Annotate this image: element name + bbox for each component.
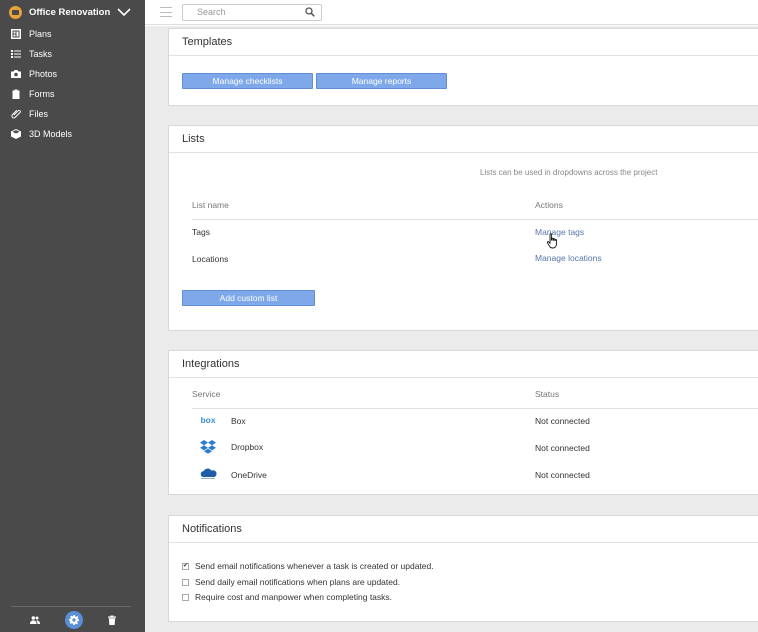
sidebar-item-files[interactable]: Files bbox=[0, 104, 145, 124]
sidebar-item-label: Files bbox=[29, 109, 49, 119]
column-header-service: Service bbox=[192, 389, 221, 399]
manage-locations-link[interactable]: Manage locations bbox=[535, 253, 602, 263]
clipboard-icon bbox=[12, 89, 20, 99]
sidebar-item-plans[interactable]: Plans bbox=[0, 24, 145, 44]
paperclip-icon bbox=[11, 109, 21, 119]
status-dropbox: Not connected bbox=[535, 443, 590, 453]
table-row: Locations Manage locations bbox=[192, 253, 758, 272]
project-switcher[interactable]: Office Renovation bbox=[0, 0, 145, 24]
sidebar-item-label: Plans bbox=[29, 29, 52, 39]
sidebar-item-photos[interactable]: Photos bbox=[0, 64, 145, 84]
settings-button[interactable] bbox=[64, 610, 83, 629]
team-button[interactable] bbox=[26, 611, 44, 629]
table-row: box Box Not connected bbox=[192, 415, 758, 434]
list-name-tags: Tags bbox=[192, 227, 210, 237]
menu-icon[interactable] bbox=[160, 7, 172, 17]
settings-content: Templates Manage checklists Manage repor… bbox=[145, 26, 758, 632]
notification-option[interactable]: ✔ Send email notifications whenever a ta… bbox=[182, 561, 434, 571]
integrations-table-header: Service Status bbox=[192, 389, 758, 409]
sidebar-item-3d-models[interactable]: 3D Models bbox=[0, 124, 145, 144]
search-input[interactable] bbox=[197, 7, 297, 17]
templates-title: Templates bbox=[169, 29, 758, 56]
project-logo-icon bbox=[9, 5, 22, 19]
add-custom-list-button[interactable]: Add custom list bbox=[182, 290, 315, 306]
option-label: Send email notifications whenever a task… bbox=[195, 561, 434, 571]
onedrive-logo-icon bbox=[199, 468, 217, 480]
integrations-card: Integrations Service Status box Box Not … bbox=[168, 350, 758, 495]
cube-icon bbox=[11, 129, 21, 139]
sidebar-item-label: Forms bbox=[29, 89, 55, 99]
templates-card: Templates Manage checklists Manage repor… bbox=[168, 28, 758, 106]
list-name-locations: Locations bbox=[192, 254, 229, 264]
status-onedrive: Not connected bbox=[535, 470, 590, 480]
manage-reports-button[interactable]: Manage reports bbox=[316, 73, 447, 89]
status-box: Not connected bbox=[535, 416, 590, 426]
integrations-title: Integrations bbox=[169, 351, 758, 378]
sidebar-item-label: Photos bbox=[29, 69, 58, 79]
tasks-icon bbox=[11, 50, 21, 58]
column-header-list-name: List name bbox=[192, 200, 229, 210]
service-name-onedrive: OneDrive bbox=[231, 470, 267, 480]
option-label: Require cost and manpower when completin… bbox=[195, 592, 393, 602]
camera-icon bbox=[11, 70, 21, 78]
sidebar: Office Renovation Plans Tasks Photos For… bbox=[0, 0, 145, 632]
lists-description: Lists can be used in dropdowns across th… bbox=[480, 168, 658, 177]
column-header-actions: Actions bbox=[535, 200, 563, 210]
sidebar-item-forms[interactable]: Forms bbox=[0, 84, 145, 104]
trash-button[interactable] bbox=[103, 611, 121, 629]
lists-title: Lists bbox=[169, 126, 758, 153]
search-box bbox=[182, 3, 322, 21]
checkbox[interactable] bbox=[182, 593, 189, 601]
option-label: Send daily email notifications when plan… bbox=[195, 577, 401, 587]
chevron-down-icon[interactable] bbox=[115, 3, 133, 21]
search-icon[interactable] bbox=[305, 7, 315, 17]
notification-option[interactable]: Send daily email notifications when plan… bbox=[182, 577, 400, 587]
lists-card: Lists Lists can be used in dropdowns acr… bbox=[168, 125, 758, 331]
trash-icon bbox=[108, 615, 116, 625]
plans-icon bbox=[11, 29, 21, 39]
notifications-card: Notifications ✔ Send email notifications… bbox=[168, 515, 758, 622]
sidebar-item-label: Tasks bbox=[29, 49, 53, 59]
service-name-box: Box bbox=[231, 416, 246, 426]
top-bar bbox=[145, 0, 758, 25]
column-header-status: Status bbox=[535, 389, 560, 399]
sidebar-nav: Plans Tasks Photos Forms Files 3D Models bbox=[0, 24, 145, 144]
sidebar-item-tasks[interactable]: Tasks bbox=[0, 44, 145, 64]
people-icon bbox=[30, 615, 40, 624]
project-name: Office Renovation bbox=[29, 6, 111, 18]
sidebar-footer bbox=[11, 606, 131, 632]
notifications-title: Notifications bbox=[169, 516, 758, 543]
manage-checklists-button[interactable]: Manage checklists bbox=[182, 73, 313, 89]
hand-cursor-icon bbox=[546, 233, 557, 249]
notification-option[interactable]: Require cost and manpower when completin… bbox=[182, 592, 392, 602]
table-row: Dropbox Not connected bbox=[192, 440, 758, 461]
checkbox[interactable] bbox=[182, 578, 189, 586]
table-row: Tags Manage tags bbox=[192, 227, 758, 245]
gear-icon bbox=[68, 614, 79, 625]
sidebar-item-label: 3D Models bbox=[29, 129, 73, 139]
service-name-dropbox: Dropbox bbox=[231, 442, 264, 452]
dropbox-logo-icon bbox=[199, 440, 217, 454]
checkbox-checked[interactable]: ✔ bbox=[182, 562, 189, 570]
box-logo-icon: box bbox=[200, 415, 216, 425]
table-row: OneDrive Not connected bbox=[192, 468, 758, 488]
lists-table-header: List name Actions bbox=[192, 200, 758, 220]
